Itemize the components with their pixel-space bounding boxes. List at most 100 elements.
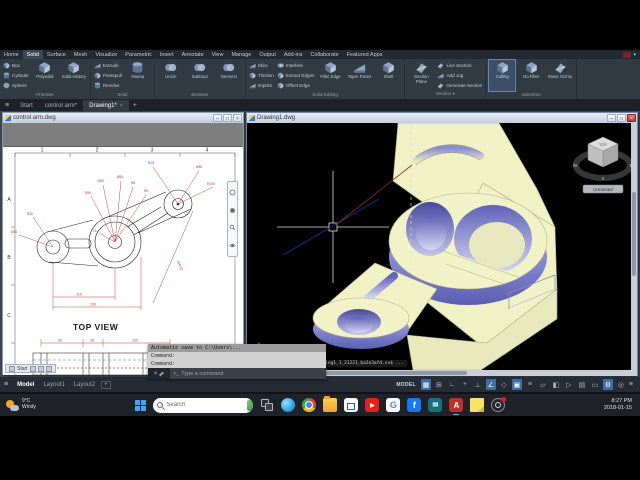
file-tab-control-arm[interactable]: control arm* — [39, 100, 83, 111]
close-button[interactable]: × — [627, 114, 636, 122]
selection-cycling-icon[interactable]: ◧ — [551, 379, 561, 390]
minimize-button[interactable]: – — [607, 114, 616, 122]
start-button[interactable] — [134, 399, 146, 411]
union-button[interactable]: Union — [158, 60, 184, 91]
intersect-button[interactable]: Intersect — [216, 60, 242, 91]
edge-browser-icon[interactable] — [281, 398, 296, 412]
slice-button[interactable]: Slice — [249, 62, 274, 69]
isolate-objects-icon[interactable]: ◎ — [616, 379, 626, 390]
sphere-button[interactable]: Sphere — [3, 82, 29, 89]
pencil-mini-icon[interactable] — [29, 365, 36, 372]
window-control-arm[interactable]: control arm.dwg – □ × 1 2 3 4 A B C Ø15 … — [2, 112, 244, 375]
no-filter-button[interactable]: No Filter — [518, 60, 544, 91]
file-explorer-icon[interactable] — [323, 396, 338, 412]
task-view-button[interactable] — [260, 398, 274, 412]
menu-hamburger-icon[interactable]: ≡ — [0, 100, 14, 111]
culling-button[interactable]: Culling — [488, 59, 517, 92]
command-input[interactable] — [181, 370, 323, 377]
fillet-edge-button[interactable]: Fillet Edge — [317, 60, 343, 91]
weather-widget[interactable]: 9°C Windy — [0, 398, 134, 411]
box-button[interactable]: Box — [3, 62, 29, 69]
facebook-icon[interactable]: f — [407, 398, 422, 412]
2d-drawing[interactable]: 1 2 3 4 A B C Ø15 R30 R50 Ø30 Ø50 R8 R5 … — [3, 147, 243, 375]
tab-collaborate[interactable]: Collaborate — [307, 50, 343, 59]
tab-surface[interactable]: Surface — [43, 50, 70, 59]
panel-label-selection[interactable]: Selection — [486, 92, 576, 99]
tab-parametric[interactable]: Parametric — [121, 50, 156, 59]
chrome-browser-icon[interactable] — [302, 398, 317, 412]
tab-annotate[interactable]: Annotate — [178, 50, 208, 59]
command-line-palette[interactable]: Automatic save to C:\Users\... Command: … — [148, 344, 326, 379]
close-icon[interactable]: × — [154, 371, 158, 377]
new-layout-button[interactable]: + — [101, 380, 111, 389]
browser-compass-icon[interactable] — [491, 397, 507, 412]
object-snap-icon[interactable]: ▣ — [511, 379, 522, 390]
command-palette-controls[interactable]: × — [148, 368, 170, 379]
3d-osnap-icon[interactable]: ▷ — [564, 379, 574, 390]
search-box[interactable] — [153, 397, 254, 413]
transparency-icon[interactable]: ▱ — [538, 379, 548, 390]
maximize-button[interactable]: □ — [617, 114, 626, 122]
extrude-button[interactable]: Extrude — [94, 62, 122, 69]
circle-mini-icon[interactable] — [37, 365, 44, 372]
google-icon[interactable]: G — [386, 398, 401, 412]
close-tab-icon[interactable]: × — [120, 103, 123, 109]
vertical-scrollbar[interactable] — [631, 123, 637, 370]
minimize-button[interactable]: – — [213, 114, 222, 122]
tab-add-ins[interactable]: Add-ins — [280, 50, 307, 59]
steering-wheel-icon[interactable] — [229, 189, 236, 196]
isodraft-icon[interactable]: ◇ — [499, 379, 509, 390]
panel-label-section[interactable]: Section ▾ — [405, 91, 485, 99]
solid-history-button[interactable]: Solid History — [61, 60, 87, 91]
annotation-icon[interactable]: ▭ — [590, 379, 600, 390]
customization-menu-icon[interactable]: ≡ — [629, 381, 636, 388]
infocenter-button[interactable]: ▾ — [623, 50, 640, 59]
orbit-icon[interactable] — [229, 242, 236, 249]
window-drawing1[interactable]: Drawing1.dwg – □ × x S W TOP Unnamed ...… — [246, 112, 638, 376]
layout-menu-icon[interactable]: ≡ — [4, 381, 11, 388]
lineweight-icon[interactable]: ≡ — [525, 379, 535, 390]
shell-button[interactable]: Shell — [375, 60, 401, 91]
mail-icon[interactable]: ✉ — [428, 398, 443, 412]
section-plane-button[interactable]: Section Plane — [408, 60, 434, 90]
new-tab-button[interactable]: + — [129, 100, 141, 111]
tab-output[interactable]: Output — [255, 50, 280, 59]
youtube-icon[interactable]: ▶ — [365, 398, 380, 412]
ortho-toggle-icon[interactable]: ⊥ — [473, 379, 483, 390]
revolve-button[interactable]: Revolve — [94, 82, 122, 89]
tab-mesh[interactable]: Mesh — [70, 50, 91, 59]
window-title-bar[interactable]: Drawing1.dwg – □ × — [247, 113, 637, 123]
document-mini-bar[interactable]: Start — [5, 364, 56, 373]
close-button[interactable]: × — [233, 114, 242, 122]
cylinder-button[interactable]: Cylinder — [3, 72, 29, 79]
pan-icon[interactable] — [229, 207, 236, 214]
navigation-bar[interactable] — [227, 181, 238, 257]
polysolid-button[interactable]: Polysolid — [32, 60, 58, 91]
file-tab-start[interactable]: Start — [14, 100, 39, 111]
panel-label-boolean[interactable]: Boolean — [155, 92, 245, 99]
layout1-tab[interactable]: Layout1 — [40, 382, 67, 388]
grid-mini-icon[interactable] — [9, 365, 15, 372]
file-tab-drawing1[interactable]: Drawing1* × — [83, 100, 129, 111]
layout2-tab[interactable]: Layout2 — [71, 382, 98, 388]
zoom-icon[interactable] — [229, 224, 236, 231]
generate-section-button[interactable]: Generate Section — [437, 82, 482, 89]
thicken-button[interactable]: Thicken — [249, 72, 274, 79]
presspull-button[interactable]: Presspull — [94, 72, 122, 79]
tab-view[interactable]: View — [208, 50, 228, 59]
model-space-badge[interactable]: MODEL — [396, 382, 418, 388]
tab-solid[interactable]: Solid — [22, 50, 43, 59]
offset-edge-button[interactable]: Offset Edge — [277, 82, 315, 89]
maximize-button[interactable]: □ — [223, 114, 232, 122]
search-input[interactable] — [166, 402, 245, 408]
panel-label-solid[interactable]: Solid — [91, 92, 154, 99]
model-tab[interactable]: Model — [14, 382, 37, 388]
layout-canvas[interactable]: 1 2 3 4 A B C Ø15 R30 R50 Ø30 Ø50 R8 R5 … — [3, 123, 243, 375]
taskbar-clock[interactable]: 8:27 PM 2018-01-15 — [505, 398, 640, 411]
sweep-button[interactable]: Sweep — [125, 60, 151, 91]
autocad-icon[interactable]: A — [449, 398, 464, 415]
extract-edges-button[interactable]: Extract Edges — [277, 72, 314, 79]
tab-featured-apps[interactable]: Featured Apps — [343, 50, 387, 59]
polar-tracking-icon[interactable]: ∠ — [485, 379, 496, 390]
dynamic-ucs-icon[interactable]: ▤ — [577, 379, 587, 390]
